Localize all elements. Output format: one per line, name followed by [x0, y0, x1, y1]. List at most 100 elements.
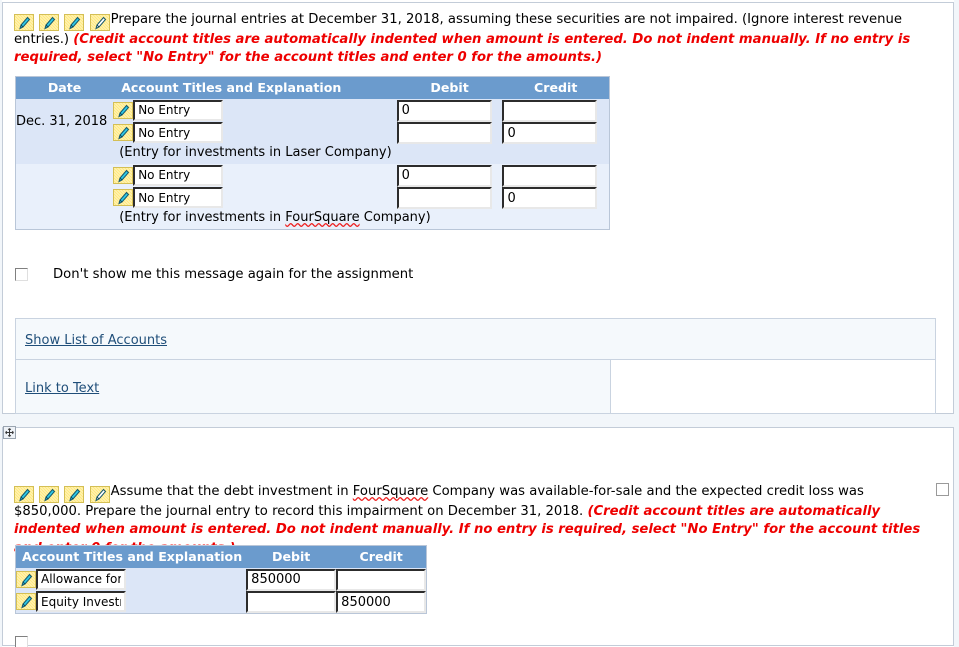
col-header-debit: Debit — [396, 76, 503, 99]
pen-icon[interactable] — [39, 13, 60, 31]
col-header-debit: Debit — [246, 545, 337, 568]
credit-cell — [502, 186, 610, 209]
col-header-credit: Credit — [336, 545, 427, 568]
account-cell — [15, 590, 247, 614]
account-cell — [113, 164, 397, 187]
pen-icon[interactable] — [113, 101, 134, 119]
pen-icon[interactable] — [64, 485, 85, 503]
account-cell — [113, 186, 397, 209]
debit-input[interactable] — [246, 568, 337, 591]
credit-input[interactable] — [336, 568, 427, 591]
table-row — [15, 164, 610, 209]
entry-date-2 — [15, 164, 114, 209]
debit-cell — [396, 164, 503, 187]
debit-cell — [246, 568, 337, 591]
debit-cell — [246, 590, 337, 614]
explanation-cell: (Entry for investments in Laser Company) — [113, 144, 610, 164]
pen-icon-strip-2 — [14, 485, 111, 503]
dont-show-message-checkbox[interactable] — [15, 268, 28, 281]
debit-cell — [396, 99, 503, 122]
credit-input[interactable] — [502, 99, 598, 122]
explanation-pre: (Entry for investments in — [119, 210, 286, 225]
explanation-cell: (Entry for investments in FourSquare Com… — [113, 209, 610, 230]
pen-icon[interactable] — [113, 166, 134, 184]
pen-icon[interactable] — [14, 485, 34, 503]
table-header-row: Date Account Titles and Explanation Debi… — [15, 76, 610, 99]
question-2-bottom-checkbox[interactable] — [15, 636, 28, 647]
credit-cell — [502, 164, 610, 187]
debit-cell — [396, 186, 503, 209]
spacer-cell — [15, 144, 114, 164]
pen-icon[interactable] — [14, 13, 34, 31]
pen-icon[interactable] — [64, 13, 85, 31]
explanation-row: (Entry for investments in FourSquare Com… — [15, 209, 610, 230]
link-to-text-link[interactable]: Link to Text — [25, 381, 99, 396]
question-2-corner-checkbox-wrap — [936, 481, 949, 500]
pen-icon[interactable] — [39, 485, 60, 503]
explanation-text-1: (Entry for investments in Laser Company) — [119, 145, 392, 160]
account-title-input[interactable] — [133, 122, 224, 144]
spacer-cell — [15, 209, 114, 230]
right-edge-strip — [954, 0, 959, 647]
show-list-accounts-cell: Show List of Accounts — [15, 318, 936, 360]
account-cell — [15, 568, 247, 591]
question-1-prompt: Prepare the journal entries at December … — [14, 11, 944, 68]
pen-icon[interactable] — [16, 593, 36, 611]
debit-input[interactable] — [396, 187, 492, 209]
pen-icon-strip-1 — [14, 13, 111, 31]
debit-input[interactable] — [396, 164, 492, 187]
table-row — [15, 568, 427, 591]
question-1-prompt-red: (Credit account titles are automatically… — [14, 31, 911, 66]
pen-icon[interactable] — [89, 13, 110, 31]
debit-input[interactable] — [246, 591, 337, 613]
account-cell — [113, 121, 397, 144]
question-2-corner-checkbox[interactable] — [936, 483, 949, 496]
explanation-row: (Entry for investments in Laser Company) — [15, 144, 610, 164]
link-to-text-cell: Link to Text — [15, 359, 611, 414]
credit-cell — [502, 99, 610, 122]
table-row: Show List of Accounts — [15, 318, 936, 360]
empty-cell — [610, 359, 936, 414]
col-header-account: Account Titles and Explanation — [113, 76, 397, 99]
credit-input[interactable] — [502, 164, 598, 187]
misspelled-word: FourSquare — [285, 210, 360, 225]
table-row: Dec. 31, 2018 — [15, 99, 610, 144]
account-title-input[interactable] — [36, 591, 126, 613]
credit-input[interactable] — [502, 122, 598, 144]
journal-entry-table-1: Date Account Titles and Explanation Debi… — [15, 76, 610, 230]
col-header-credit: Credit — [502, 76, 610, 99]
account-title-input[interactable] — [133, 99, 224, 121]
expand-move-icon[interactable] — [3, 426, 16, 439]
show-list-of-accounts-link[interactable]: Show List of Accounts — [25, 333, 167, 348]
pen-icon[interactable] — [113, 189, 134, 207]
col-header-date: Date — [15, 76, 114, 99]
explanation-post: Company) — [359, 210, 431, 225]
credit-cell — [336, 568, 427, 591]
debit-input[interactable] — [396, 122, 492, 144]
question-2-bottom-checkbox-row — [15, 636, 28, 647]
misspelled-word: FourSquare — [352, 484, 429, 499]
explanation-text-2: (Entry for investments in FourSquare Com… — [113, 210, 431, 225]
journal-entry-table-2: Account Titles and Explanation Debit Cre… — [15, 545, 428, 614]
panel-gap-strip — [0, 414, 959, 427]
account-title-input[interactable] — [133, 164, 224, 186]
entry-date-1: Dec. 31, 2018 — [15, 99, 114, 144]
dont-show-message-row: Don't show me this message again for the… — [15, 267, 413, 282]
credit-input[interactable] — [502, 187, 598, 209]
pen-icon[interactable] — [113, 124, 134, 142]
credit-input[interactable] — [336, 591, 427, 613]
account-title-input[interactable] — [133, 187, 224, 209]
account-cell — [113, 99, 397, 122]
credit-cell — [502, 121, 610, 144]
table-header-row: Account Titles and Explanation Debit Cre… — [15, 545, 427, 568]
table-row — [15, 590, 427, 614]
pen-icon[interactable] — [89, 485, 110, 503]
pen-icon[interactable] — [16, 570, 36, 588]
table-row: Link to Text — [15, 359, 936, 414]
question-2-prompt-part1: Assume that the debt investment in — [110, 484, 353, 499]
credit-cell — [336, 590, 427, 614]
debit-input[interactable] — [396, 99, 492, 122]
links-panel: Show List of Accounts Link to Text — [15, 318, 936, 414]
col-header-account: Account Titles and Explanation — [15, 545, 247, 568]
account-title-input[interactable] — [36, 568, 126, 590]
